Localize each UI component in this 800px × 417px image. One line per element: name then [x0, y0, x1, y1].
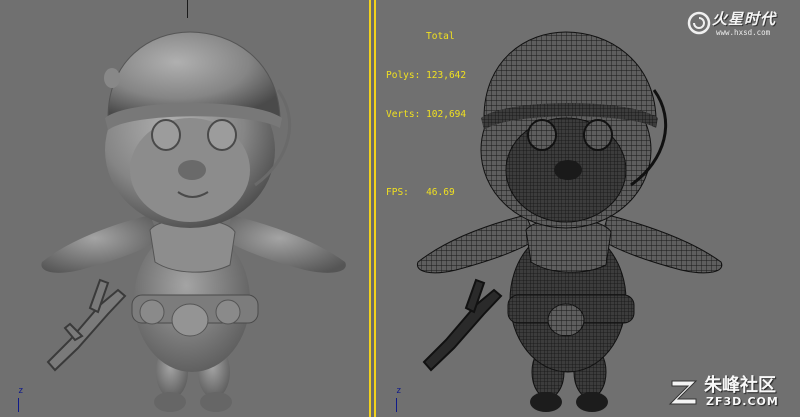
stats-header: Total	[426, 31, 455, 42]
axis-z-gizmo	[396, 398, 397, 412]
axis-z-label: z	[396, 386, 402, 396]
stats-verts-label: Verts:	[386, 109, 421, 120]
viewport-right-wireframe[interactable]: Total Polys: 123,642 Verts: 102,694 FPS:…	[376, 0, 800, 417]
viewport-left-shaded[interactable]: z	[0, 0, 369, 417]
stats-polys-row: Polys: 123,642	[386, 69, 466, 82]
watermark-hxsd: 火星时代 www.hxsd.com	[686, 6, 790, 42]
watermark-zf3d-url: ZF3D.COM	[706, 395, 779, 408]
axis-z-label: z	[18, 386, 24, 396]
viewport-divider[interactable]	[369, 0, 376, 417]
stats-spacer	[386, 147, 466, 160]
z-logo-icon	[668, 380, 698, 405]
scene-statistics: Total Polys: 123,642 Verts: 102,694 FPS:…	[386, 4, 466, 225]
axis-z-gizmo	[18, 398, 19, 412]
watermark-zf3d: 朱峰社区 ZF3D.COM	[668, 371, 792, 413]
active-viewport-border-left	[369, 0, 371, 417]
watermark-hxsd-url: www.hxsd.com	[716, 28, 771, 37]
shaded-character-model	[41, 31, 346, 412]
stats-verts-row: Verts: 102,694	[386, 108, 466, 121]
watermark-hxsd-title: 火星时代	[712, 10, 777, 28]
stats-verts-value: 102,694	[426, 109, 467, 120]
spiral-logo-icon	[687, 11, 711, 35]
world-axis-line	[187, 0, 188, 18]
watermark-zf3d-title: 朱峰社区	[704, 375, 776, 396]
stats-polys-label: Polys:	[386, 70, 421, 81]
stats-fps-label: FPS:	[386, 187, 409, 198]
stats-polys-value: 123,642	[426, 70, 467, 81]
stats-fps-row: FPS: 46.69	[386, 186, 466, 199]
stats-fps-value: 46.69	[426, 187, 455, 198]
